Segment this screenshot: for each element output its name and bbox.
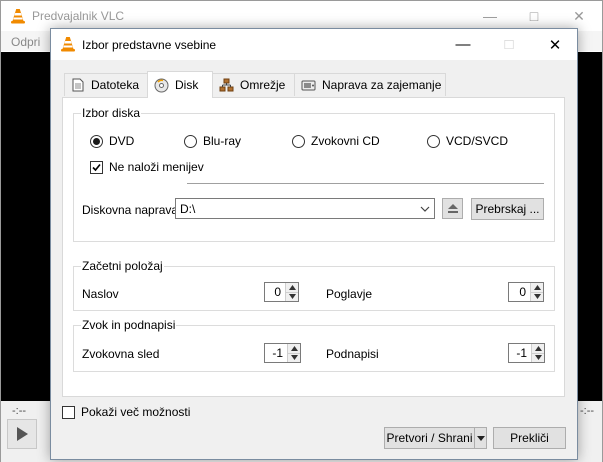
convert-save-label: Pretvori / Shrani [386,431,473,445]
radio-indicator [90,134,103,148]
play-button[interactable] [7,419,37,449]
spin-arrows[interactable] [531,344,544,362]
checkbox-label: Pokaži več možnosti [81,405,191,419]
spin-down-icon[interactable] [288,352,300,362]
radio-label: Zvokovni CD [311,134,380,148]
disc-selection-group: Izbor diska DVD Blu-ray Zvokovni CD VCD/… [73,106,555,242]
minimize-icon[interactable]: — [468,1,512,31]
chapter-spinbox[interactable]: 0 [508,282,544,302]
minimize-icon[interactable]: — [441,29,485,60]
browse-label: Prebrskaj ... [475,202,540,216]
maximize-icon[interactable]: □ [512,1,556,31]
disc-device-value: D:\ [180,201,196,216]
cancel-label: Prekliči [510,431,549,445]
title-spinbox[interactable]: 0 [264,282,299,302]
radio-label: DVD [109,134,135,148]
close-icon[interactable]: ✕ [533,29,577,60]
audio-track-value: -1 [272,346,283,360]
tab-label: Naprava za zajemanje [322,78,442,92]
separator [187,183,544,184]
radio-indicator [292,134,305,148]
open-media-dialog: Izbor predstavne vsebine — □ ✕ Datoteka … [50,28,578,460]
disc-device-combo[interactable]: D:\ [175,198,435,219]
spin-arrows[interactable] [285,283,298,301]
chevron-down-icon [476,435,485,441]
eject-button[interactable] [442,198,463,219]
audio-track-spinbox[interactable]: -1 [264,343,301,363]
spin-down-icon[interactable] [286,291,298,301]
title-value: 0 [274,285,281,299]
radio-audio-cd[interactable]: Zvokovni CD [292,134,380,148]
main-window-title: Predvajalnik VLC [32,9,125,23]
vlc-cone-icon [60,36,76,55]
maximize-icon: □ [504,36,514,53]
spin-up-icon[interactable] [531,283,543,292]
disc-tab-panel: Izbor diska DVD Blu-ray Zvokovni CD VCD/… [62,97,565,397]
radio-bluray[interactable]: Blu-ray [184,134,241,148]
tab-label: Omrežje [240,78,286,92]
disc-icon [154,78,169,93]
audio-subtitles-group: Zvok in podnapisi Zvokovna sled -1 Podna… [73,318,555,372]
no-disc-menus-checkbox[interactable]: Ne naloži menijev [90,160,204,174]
eject-icon [447,204,458,213]
vlc-cone-icon [10,8,26,27]
spin-down-icon[interactable] [531,291,543,301]
group-label: Izbor diska [81,106,142,120]
start-position-group: Začetni položaj Naslov 0 Poglavje 0 [73,259,555,311]
elapsed-time: -:-- [12,405,27,417]
chevron-down-icon [420,203,430,217]
tab-file[interactable]: Datoteka [64,73,148,96]
radio-dvd[interactable]: DVD [90,134,134,148]
radio-indicator [427,134,440,148]
tab-capture-device[interactable]: Naprava za zajemanje [294,73,446,96]
subtitles-label: Podnapisi [326,347,379,361]
disc-device-label: Diskovna naprava [82,203,179,217]
chapter-value: 0 [519,285,526,299]
spin-up-icon[interactable] [532,344,544,353]
remaining-time: -:-- [580,405,595,417]
spin-arrows[interactable] [287,344,300,362]
radio-indicator [184,134,197,148]
radio-label: VCD/SVCD [446,134,509,148]
radio-label: Blu-ray [203,134,242,148]
subtitles-value: -1 [516,346,527,360]
spin-arrows[interactable] [530,283,543,301]
convert-save-button[interactable]: Pretvori / Shrani [384,427,475,449]
group-label: Začetni položaj [81,259,164,273]
dialog-title: Izbor predstavne vsebine [82,38,217,52]
spin-up-icon[interactable] [288,344,300,353]
checkbox-label: Ne naloži menijev [109,160,204,174]
spin-up-icon[interactable] [286,283,298,292]
audio-track-label: Zvokovna sled [82,347,160,361]
show-more-options-checkbox[interactable]: Pokaži več možnosti [62,405,190,419]
browse-button[interactable]: Prebrskaj ... [471,198,544,220]
capture-device-icon [301,79,316,92]
tab-network[interactable]: Omrežje [212,73,295,96]
file-icon [71,78,85,92]
cancel-button[interactable]: Prekliči [493,427,566,449]
tab-disc[interactable]: Disk [147,71,213,98]
chapter-label: Poglavje [326,287,373,301]
menu-item-open[interactable]: Odpri [11,35,40,49]
play-icon [17,427,28,441]
group-label: Zvok in podnapisi [81,318,177,332]
subtitles-spinbox[interactable]: -1 [508,343,545,363]
tab-label: Datoteka [91,78,140,92]
check-icon [92,163,101,171]
checkbox-box [90,160,103,174]
spin-down-icon[interactable] [532,352,544,362]
convert-save-dropdown[interactable] [474,427,487,449]
radio-vcd-svcd[interactable]: VCD/SVCD [427,134,508,148]
close-icon[interactable]: ✕ [557,1,601,31]
tab-label: Disk [175,78,199,92]
checkbox-box [62,405,75,419]
network-icon [219,78,234,92]
title-label: Naslov [82,287,119,301]
